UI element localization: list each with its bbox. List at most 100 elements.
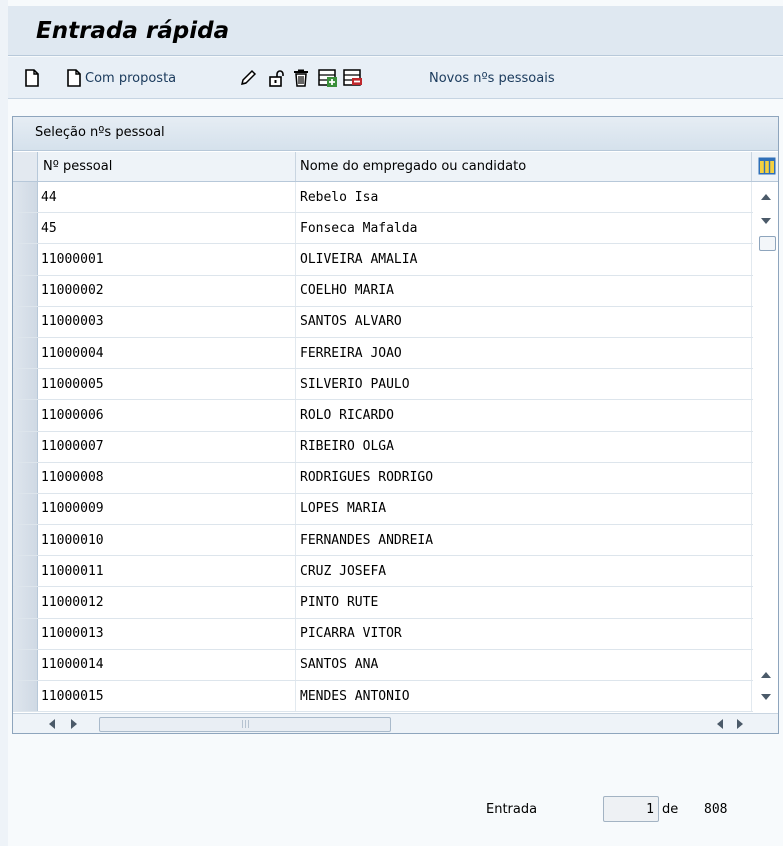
table-row[interactable]: 11000005 SILVERIO PAULO xyxy=(13,369,753,401)
select-all-header[interactable] xyxy=(13,152,38,181)
table-row[interactable]: 11000015 MENDES ANTONIO xyxy=(13,681,753,713)
employee-name-cell[interactable]: OLIVEIRA AMALIA xyxy=(296,244,752,275)
employee-name-cell[interactable]: SANTOS ANA xyxy=(296,649,752,680)
employee-name-cell[interactable]: PINTO RUTE xyxy=(296,587,752,618)
delete-button[interactable] xyxy=(292,65,310,91)
remove-rows-button[interactable] xyxy=(343,65,363,91)
employee-name-cell[interactable]: FERREIRA JOAO xyxy=(296,337,752,369)
remove-rows-icon xyxy=(343,69,363,87)
table-row[interactable]: 11000010 FERNANDES ANDREIA xyxy=(13,525,753,557)
column-header-personnel-number[interactable]: Nº pessoal xyxy=(39,152,296,181)
table-row[interactable]: 11000011 CRUZ JOSEFA xyxy=(13,556,753,588)
personnel-number-cell[interactable]: 11000008 xyxy=(39,462,296,493)
personnel-number-cell[interactable]: 11000011 xyxy=(39,556,296,587)
table-row[interactable]: 44 Rebelo Isa xyxy=(13,182,753,214)
personnel-number-cell[interactable]: 11000003 xyxy=(39,306,296,337)
employee-name-cell[interactable]: Rebelo Isa xyxy=(296,182,752,213)
employee-name-cell[interactable]: RODRIGUES RODRIGO xyxy=(296,462,752,493)
row-selector[interactable] xyxy=(13,587,38,618)
vertical-scroll-thumb[interactable] xyxy=(759,236,776,251)
employee-name-cell[interactable]: Fonseca Mafalda xyxy=(296,213,752,244)
personnel-selection-table: Seleção nºs pessoal Nº pessoal Nome do e… xyxy=(12,116,779,734)
employee-name-cell[interactable]: SILVERIO PAULO xyxy=(296,369,752,400)
page-down-icon[interactable] xyxy=(759,690,773,704)
table-row[interactable]: 11000012 PINTO RUTE xyxy=(13,587,753,619)
scroll-right-icon[interactable] xyxy=(733,717,747,731)
employee-name-cell[interactable]: FERNANDES ANDREIA xyxy=(296,525,752,556)
scroll-right-icon[interactable] xyxy=(67,717,81,731)
table-settings-icon[interactable] xyxy=(758,157,776,175)
row-selector[interactable] xyxy=(13,369,38,400)
personnel-number-cell[interactable]: 11000014 xyxy=(39,649,296,680)
row-selector[interactable] xyxy=(13,681,38,712)
employee-name-cell[interactable]: RIBEIRO OLGA xyxy=(296,431,752,462)
personnel-number-cell[interactable]: 11000006 xyxy=(39,400,296,431)
personnel-number-cell[interactable]: 11000010 xyxy=(39,525,296,556)
new-button[interactable] xyxy=(24,65,40,91)
row-selector[interactable] xyxy=(13,306,38,337)
scroll-left-icon[interactable] xyxy=(713,717,727,731)
row-selector[interactable] xyxy=(13,493,38,525)
table-row[interactable]: 45 Fonseca Mafalda xyxy=(13,213,753,245)
personnel-number-cell[interactable]: 11000001 xyxy=(39,244,296,275)
personnel-number-cell[interactable]: 11000005 xyxy=(39,369,296,400)
row-selector[interactable] xyxy=(13,525,38,556)
with-proposal-button[interactable]: Com proposta xyxy=(66,65,176,91)
horizontal-scrollbar[interactable] xyxy=(13,713,778,733)
employee-name-cell[interactable]: CRUZ JOSEFA xyxy=(296,556,752,587)
row-selector[interactable] xyxy=(13,400,38,431)
personnel-number-cell[interactable]: 11000015 xyxy=(39,681,296,712)
new-personnel-numbers-button[interactable]: Novos nºs pessoais xyxy=(426,65,555,91)
row-selector[interactable] xyxy=(13,182,38,213)
vertical-scrollbar[interactable] xyxy=(755,182,778,712)
table-row[interactable]: 11000013 PICARRA VITOR xyxy=(13,618,753,650)
row-selector[interactable] xyxy=(13,556,38,587)
personnel-number-cell[interactable]: 44 xyxy=(39,182,296,213)
row-selector[interactable] xyxy=(13,649,38,680)
employee-name-cell[interactable]: COELHO MARIA xyxy=(296,275,752,306)
horizontal-scroll-thumb[interactable] xyxy=(99,717,391,732)
row-selector[interactable] xyxy=(13,431,38,462)
table-row[interactable]: 11000003 SANTOS ALVARO xyxy=(13,306,753,338)
table-row[interactable]: 11000002 COELHO MARIA xyxy=(13,275,753,307)
row-selector[interactable] xyxy=(13,462,38,493)
page-up-icon[interactable] xyxy=(759,668,773,682)
personnel-number-cell[interactable]: 11000013 xyxy=(39,618,296,649)
edit-button[interactable] xyxy=(239,65,257,91)
column-header-employee-name[interactable]: Nome do empregado ou candidato xyxy=(296,152,752,181)
application-toolbar: Com proposta Novos nºs pessoais xyxy=(8,57,783,99)
personnel-number-cell[interactable]: 11000012 xyxy=(39,587,296,618)
row-selector[interactable] xyxy=(13,275,38,306)
row-selector[interactable] xyxy=(13,618,38,649)
employee-name-cell[interactable]: PICARRA VITOR xyxy=(296,618,752,649)
entry-number-input[interactable] xyxy=(603,796,659,822)
employee-name-cell[interactable]: LOPES MARIA xyxy=(296,493,752,525)
table-row[interactable]: 11000007 RIBEIRO OLGA xyxy=(13,431,753,463)
row-selector[interactable] xyxy=(13,244,38,275)
personnel-number-cell[interactable]: 11000004 xyxy=(39,337,296,369)
unlock-button[interactable] xyxy=(268,65,286,91)
table-row[interactable]: 11000006 ROLO RICARDO xyxy=(13,400,753,432)
table-row[interactable]: 11000014 SANTOS ANA xyxy=(13,649,753,681)
personnel-number-cell[interactable]: 11000007 xyxy=(39,431,296,462)
scroll-up-icon[interactable] xyxy=(759,190,773,204)
table-row[interactable]: 11000008 RODRIGUES RODRIGO xyxy=(13,462,753,494)
row-selector[interactable] xyxy=(13,213,38,244)
scroll-left-icon[interactable] xyxy=(45,717,59,731)
personnel-number-cell[interactable]: 45 xyxy=(39,213,296,244)
employee-name-cell[interactable]: ROLO RICARDO xyxy=(296,400,752,431)
employee-name-cell[interactable]: MENDES ANTONIO xyxy=(296,681,752,712)
employee-name-cell[interactable]: SANTOS ALVARO xyxy=(296,306,752,337)
personnel-number-cell[interactable]: 11000009 xyxy=(39,493,296,525)
personnel-number-cell[interactable]: 11000002 xyxy=(39,275,296,306)
table-row[interactable]: 11000004 FERREIRA JOAO xyxy=(13,337,753,370)
table-row[interactable]: 11000009 LOPES MARIA xyxy=(13,493,753,526)
scroll-down-icon[interactable] xyxy=(759,214,773,228)
window-left-edge xyxy=(0,0,8,846)
trash-icon xyxy=(292,69,310,87)
with-proposal-label: Com proposta xyxy=(85,70,177,86)
total-entries: 808 xyxy=(704,802,728,817)
row-selector[interactable] xyxy=(13,337,38,369)
add-rows-button[interactable] xyxy=(318,65,338,91)
table-row[interactable]: 11000001 OLIVEIRA AMALIA xyxy=(13,244,753,276)
